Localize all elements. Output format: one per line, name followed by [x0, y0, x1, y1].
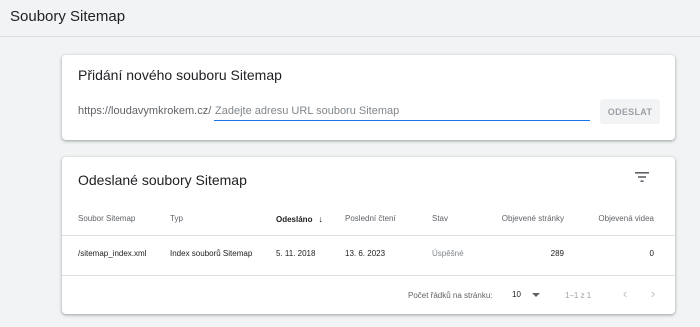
next-page-button[interactable]: › — [645, 286, 661, 302]
column-header-type[interactable]: Typ — [170, 214, 183, 223]
cell-status: Úspěšné — [432, 249, 464, 258]
rows-per-page-label: Počet řádků na stránku: — [408, 291, 493, 300]
cell-pages: 289 — [550, 249, 564, 258]
chevron-left-icon: ‹ — [622, 286, 628, 301]
page-header: Soubory Sitemap — [0, 0, 700, 37]
row-divider — [62, 275, 675, 276]
column-header-submitted[interactable]: Odesláno ↓ — [276, 214, 323, 224]
chevron-right-icon: › — [650, 286, 656, 301]
previous-page-button[interactable]: ‹ — [617, 286, 633, 302]
sitemap-url-input[interactable] — [214, 101, 590, 121]
column-header-videos[interactable]: Objevená videa — [582, 214, 654, 223]
header-divider — [62, 235, 675, 236]
column-header-submitted-label: Odesláno — [276, 215, 313, 224]
pagination-range: 1–1 z 1 — [565, 291, 592, 300]
add-sitemap-card: Přidání nového souboru Sitemap https://l… — [62, 55, 675, 140]
column-header-sitemap[interactable]: Soubor Sitemap — [78, 214, 135, 223]
dropdown-caret-icon[interactable] — [532, 293, 540, 297]
column-header-last-read[interactable]: Poslední čtení — [345, 214, 396, 223]
rows-per-page-select[interactable]: 10 — [512, 290, 521, 299]
cell-videos: 0 — [649, 249, 654, 258]
arrow-down-icon: ↓ — [318, 214, 323, 224]
cell-sitemap: /sitemap_index.xml — [78, 249, 147, 258]
cell-last-read: 13. 6. 2023 — [345, 249, 386, 258]
add-sitemap-title: Přidání nového souboru Sitemap — [78, 67, 282, 83]
cell-type: Index souborů Sitemap — [170, 249, 253, 258]
column-header-status[interactable]: Stav — [432, 214, 448, 223]
submit-button[interactable]: ODESLAT — [600, 99, 660, 124]
filter-icon[interactable] — [634, 170, 650, 184]
column-header-pages[interactable]: Objevené stránky — [492, 214, 564, 223]
submitted-sitemaps-title: Odeslané soubory Sitemap — [78, 172, 247, 188]
page-title: Soubory Sitemap — [10, 8, 126, 25]
cell-submitted: 5. 11. 2018 — [276, 249, 316, 258]
url-prefix: https://loudavymkrokem.cz/ — [78, 105, 212, 117]
submitted-sitemaps-card: Odeslané soubory Sitemap Soubor Sitemap … — [62, 157, 675, 314]
